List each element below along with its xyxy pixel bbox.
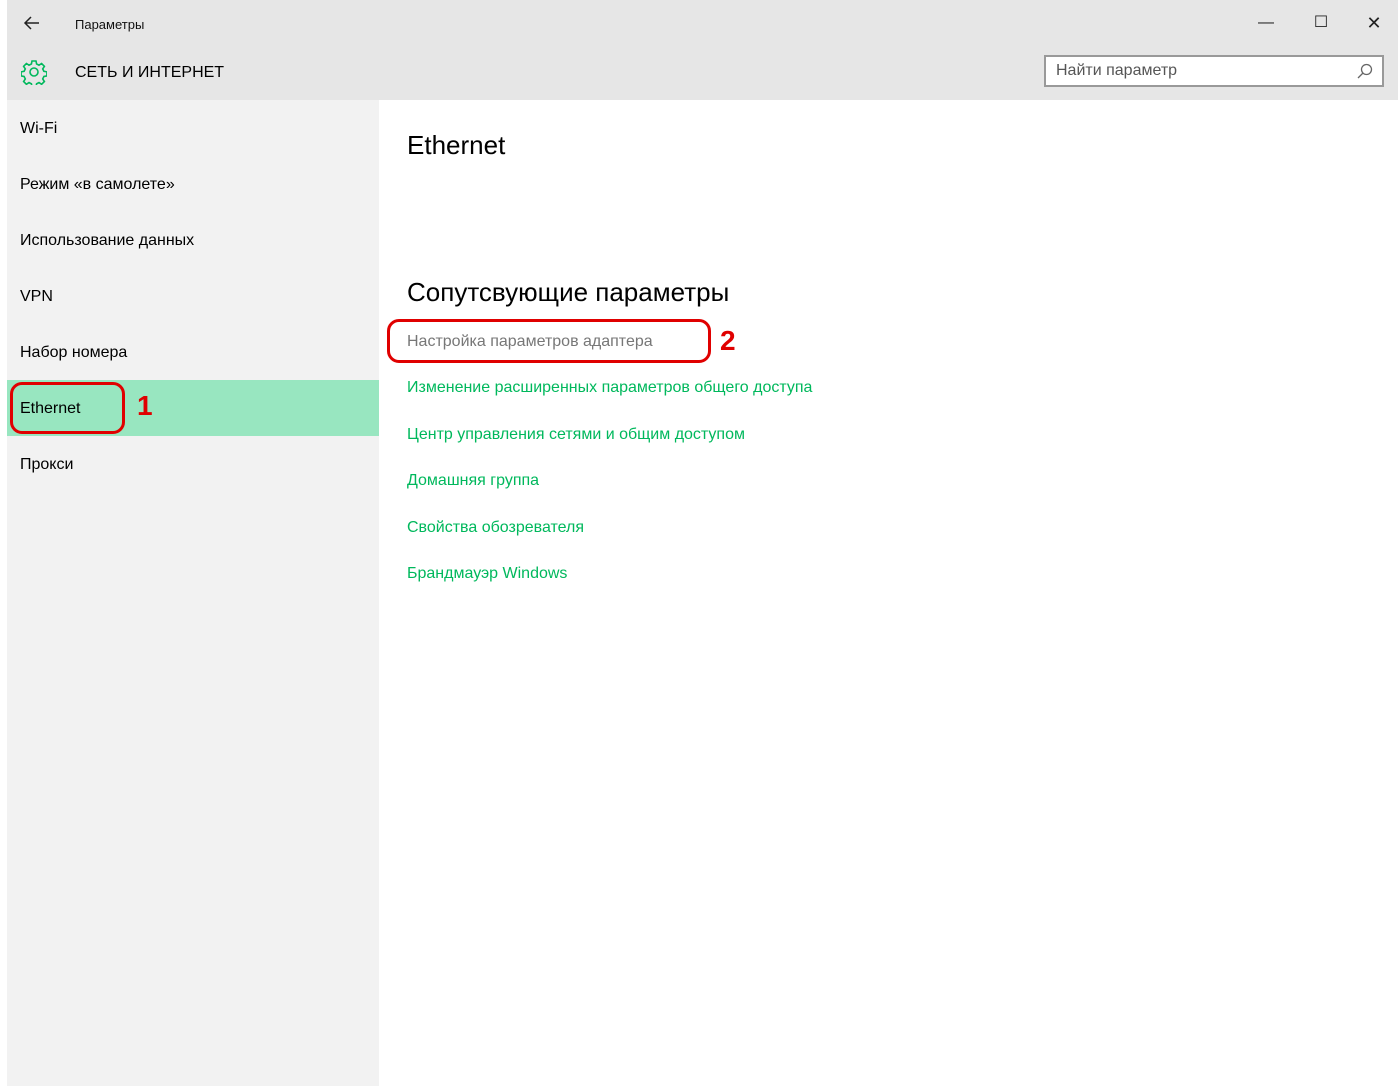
sidebar-item-label: Набор номера [20,344,128,361]
sidebar-item-airplane-mode[interactable]: Режим «в самолете» [7,156,379,212]
sidebar-item-data-usage[interactable]: Использование данных [7,212,379,268]
sidebar-item-label: Режим «в самолете» [20,176,175,193]
sidebar-item-label: Прокси [20,456,74,473]
gear-icon [21,60,47,85]
link-network-center[interactable]: Центр управления сетями и общим доступом [407,426,745,444]
app-title: Параметры [75,17,145,32]
sidebar-item-vpn[interactable]: VPN [7,268,379,324]
title-bar: Параметры — ☐ ✕ [7,0,1398,50]
arrow-left-icon [23,16,39,30]
page-title: Ethernet [407,130,506,160]
sidebar-item-label: Использование данных [20,232,195,249]
settings-window: Параметры — ☐ ✕ СЕТЬ И ИНТЕРНЕТ Wi-Fi Ре… [7,0,1398,1086]
search-input[interactable] [1056,57,1346,85]
page-header: СЕТЬ И ИНТЕРНЕТ [7,50,1398,100]
link-homegroup[interactable]: Домашняя группа [407,472,539,490]
maximize-button[interactable]: ☐ [1310,12,1332,34]
search-box[interactable] [1044,55,1384,87]
annotation-number-2: 2 [720,325,736,356]
section-title: СЕТЬ И ИНТЕРНЕТ [75,64,225,81]
search-icon[interactable] [1356,62,1374,80]
close-button[interactable]: ✕ [1363,12,1385,34]
main-content: Ethernet Сопутсвующие параметры Настройк… [379,100,1398,1086]
sidebar-item-wifi[interactable]: Wi-Fi [7,100,379,156]
annotation-number-1: 1 [137,390,153,421]
sidebar-item-proxy[interactable]: Прокси [7,436,379,492]
link-internet-options[interactable]: Свойства обозревателя [407,519,584,537]
sidebar-item-label: Wi-Fi [20,120,58,137]
annotation-highlight-2 [387,319,711,363]
link-windows-firewall[interactable]: Брандмауэр Windows [407,565,567,583]
sidebar-item-dialup[interactable]: Набор номера [7,324,379,380]
annotation-highlight-1 [10,382,125,434]
link-advanced-sharing[interactable]: Изменение расширенных параметров общего … [407,379,812,397]
back-button[interactable] [23,14,43,34]
sidebar-nav: Wi-Fi Режим «в самолете» Использование д… [7,100,379,1086]
sidebar-item-label: VPN [20,288,53,305]
minimize-button[interactable]: — [1255,12,1277,34]
related-settings-title: Сопутсвующие параметры [407,277,730,307]
